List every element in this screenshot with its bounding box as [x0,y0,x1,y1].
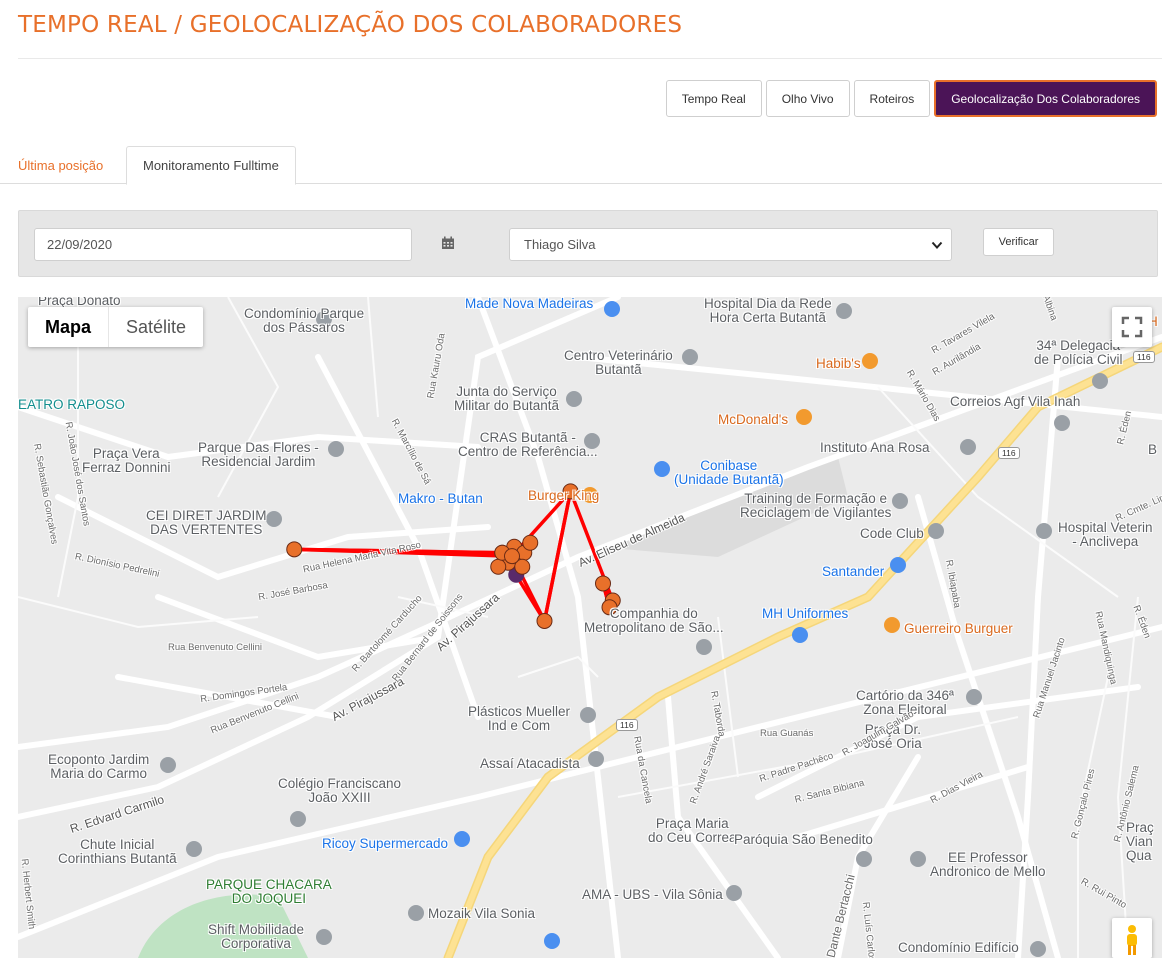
map-label: Code Club [860,526,924,541]
map-label: B [1148,442,1158,457]
map-label: Assaí Atacadista [480,756,580,771]
map-label: Hospital Veterin - Anclivepa [1058,520,1153,549]
map-label: Makro - Butan [398,491,483,506]
geolocalizacao-button[interactable]: Geolocalização Dos Colaboradores [934,80,1157,117]
filter-panel: Thiago Silva Verificar [18,210,1158,277]
route-point-marker[interactable] [536,612,553,629]
map-label: Conibase (Unidade Butantã) [674,458,784,487]
map-label: Guerreiro Burguer [904,621,1013,636]
road-shield: 116 [998,447,1020,459]
map-label: Mozaik Vila Sonia [428,906,536,921]
map-view[interactable]: Praça Donato Condomínio Parque dos Pássa… [18,297,1162,958]
map-label: Junta do Serviço Militar do Butantã [454,384,560,413]
road-shield: 116 [616,719,638,731]
route-point-marker[interactable] [595,575,611,592]
map-label: Correios Agf Vila Inah [950,394,1081,409]
map-label: Shift Mobilidade Corporativa [208,922,305,951]
map-type-satellite-button[interactable]: Satélite [108,307,203,347]
map-label: Made Nova Madeiras [465,297,594,311]
street-view-button[interactable] [1112,918,1152,958]
map-label: Santander [822,564,885,579]
tempo-real-button[interactable]: Tempo Real [665,80,762,117]
map-label: 34ª Delegacia de Polícia Civil [1034,338,1123,367]
map-label: Habib's [816,356,861,371]
street-label: Rua Benvenuto Cellini [168,642,263,653]
route-point-marker[interactable] [522,534,539,551]
nav-button-group: Tempo Real Olho Vivo Roteiros Geolocaliz… [665,80,1157,117]
chevron-down-icon [931,241,943,249]
map-label: Praça Vera Ferraz Donnini [82,446,171,475]
tab-monitoramento-fulltime[interactable]: Monitoramento Fulltime [126,146,296,185]
map-label: Parque Das Flores - Residencial Jardim [198,440,319,469]
fullscreen-icon [1121,316,1143,338]
map-label: Chute Inicial Corinthians Butantã [58,837,177,866]
road-shield: 116 [1133,351,1155,363]
pegman-icon [1127,925,1137,955]
fullscreen-button[interactable] [1112,307,1152,347]
map-label: Hospital Dia da Rede Hora Certa Butantã [704,297,832,325]
map-label: Training de Formação e Reciclagem de Vig… [740,491,892,520]
map-label: AMA - UBS - Vila Sônia [582,887,723,902]
map-label: Plásticos Mueller Ind e Com [468,704,571,733]
map-label: PARQUE CHACARA DO JOQUEI [206,877,332,906]
map-type-control: Mapa Satélite [28,307,204,347]
calendar-icon[interactable] [441,236,455,250]
title-divider [18,58,1162,59]
page-title: TEMPO REAL / GEOLOCALIZAÇÃO DOS COLABORA… [18,12,683,38]
map-label: Praç Vian Qua [1126,820,1154,863]
date-input[interactable] [34,228,412,261]
map-label: Companhia do Metropolitano de São... [584,606,724,635]
employee-select[interactable]: Thiago Silva [509,228,952,261]
map-label: Paróquia São Benedito [734,832,873,847]
map-label: Ecoponto Jardim Maria do Carmo [48,752,150,781]
map-label: Instituto Ana Rosa [820,440,930,455]
map-label: Ricoy Supermercado [322,836,449,851]
map-label: CRAS Butantã - Centro de Referência... [458,430,598,459]
street-label: Rua Guanás [760,728,814,739]
verify-button[interactable]: Verificar [983,228,1054,256]
map-label: Praça Maria do Ceu Correa [648,816,737,845]
map-label: Condomínio Parque dos Pássaros [244,306,365,335]
map-label: McDonald's [718,412,789,427]
map-type-map-button[interactable]: Mapa [28,307,108,347]
map-label: Centro Veterinário Butantã [564,348,673,377]
route-point-marker[interactable] [504,548,520,565]
map-label: Burger King [528,488,600,503]
map-label: CEI DIRET JARDIM DAS VERTENTES [146,508,267,537]
employee-select-value: Thiago Silva [524,237,596,252]
map-label: MH Uniformes [762,606,849,621]
roteiros-button[interactable]: Roteiros [853,80,931,117]
route-point-marker[interactable] [286,541,303,558]
map-label: Colégio Franciscano João XXIII [278,776,402,805]
map-label: EATRO RAPOSO [18,397,126,412]
tab-ultima-posicao[interactable]: Última posição [2,146,119,184]
olho-vivo-button[interactable]: Olho Vivo [765,80,850,117]
map-label: EE Professor Andronico de Mello [930,850,1046,879]
map-label: Condomínio Edifício [898,940,1019,955]
route-point-marker[interactable] [490,558,507,575]
tab-bar: Última posição Monitoramento Fulltime [0,146,1162,185]
